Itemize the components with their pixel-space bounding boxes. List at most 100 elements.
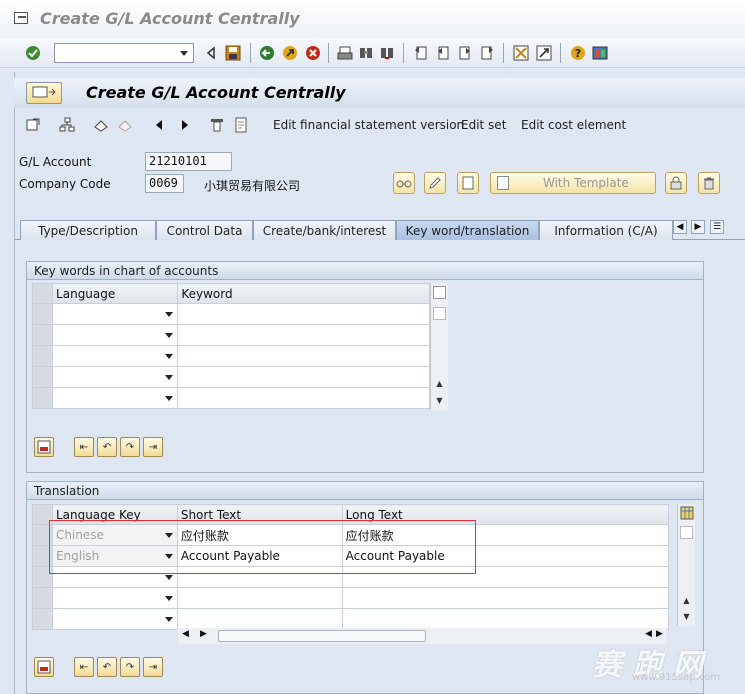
document-icon[interactable] — [232, 116, 250, 134]
row-selector[interactable] — [31, 324, 54, 346]
last-entry-icon[interactable]: ⇥ — [143, 437, 163, 457]
previous-arrow-icon[interactable] — [150, 116, 168, 134]
scroll-right-icon[interactable]: ▶ — [200, 629, 207, 639]
create-document-icon[interactable] — [457, 172, 479, 194]
scroll-down-icon[interactable]: ▼ — [433, 394, 446, 407]
scroll-up-icon[interactable]: ▲ — [433, 377, 446, 390]
previous-page-icon[interactable] — [434, 44, 452, 62]
keyword-cell[interactable] — [177, 324, 430, 346]
tab-control-data[interactable]: Control Data — [156, 220, 253, 240]
unblock-icon[interactable] — [116, 116, 134, 134]
with-template-button[interactable]: With Template — [490, 172, 656, 194]
language-cell[interactable] — [52, 324, 179, 346]
tab-list-icon[interactable]: ☰ — [710, 220, 724, 234]
cancel-icon[interactable] — [304, 44, 322, 62]
row-selector[interactable] — [31, 366, 54, 388]
first-entry-icon[interactable]: ⇤ — [74, 657, 94, 677]
short-text-cell[interactable] — [176, 608, 343, 630]
long-text-cell[interactable] — [341, 608, 670, 630]
shortcut-icon[interactable] — [535, 44, 553, 62]
long-text-cell[interactable] — [341, 587, 670, 609]
scroll-thumb[interactable] — [680, 526, 693, 539]
find-next-icon[interactable] — [378, 44, 396, 62]
language-key-cell[interactable] — [51, 608, 178, 630]
language-key-cell[interactable] — [51, 587, 178, 609]
chevron-down-icon[interactable] — [165, 333, 174, 338]
language-cell[interactable] — [52, 387, 179, 409]
delete-flag-icon[interactable] — [208, 116, 226, 134]
chevron-down-icon[interactable] — [165, 354, 174, 359]
short-text-cell[interactable] — [176, 587, 343, 609]
column-header-keyword[interactable]: Keyword — [177, 283, 430, 304]
keyword-cell[interactable] — [177, 345, 430, 367]
company-code-field[interactable]: 0069 — [145, 174, 184, 193]
row-selector[interactable] — [31, 303, 54, 325]
language-cell[interactable] — [52, 366, 179, 388]
select-all-cell[interactable] — [31, 283, 54, 304]
block-icon[interactable] — [92, 116, 110, 134]
next-arrow-icon[interactable] — [176, 116, 194, 134]
next-page-icon[interactable] — [456, 44, 474, 62]
customize-layout-icon[interactable] — [591, 44, 609, 62]
exit-icon[interactable] — [281, 44, 299, 62]
row-selector[interactable] — [31, 345, 54, 367]
help-icon[interactable]: ? — [569, 44, 587, 62]
next-entry-icon[interactable]: ↷ — [120, 437, 140, 457]
tab-create-bank-interest[interactable]: Create/bank/interest — [253, 220, 396, 240]
scroll-left-icon[interactable]: ◀ — [182, 629, 189, 639]
next-entry-icon[interactable]: ↷ — [120, 657, 140, 677]
tab-information-ca[interactable]: Information (C/A) — [539, 220, 673, 240]
scroll-down-icon[interactable]: ▼ — [680, 610, 693, 623]
row-selector[interactable] — [32, 587, 53, 609]
scroll-left-end-icon[interactable]: ◀ — [645, 629, 652, 639]
command-field[interactable] — [54, 43, 194, 63]
chevron-down-icon[interactable] — [177, 46, 191, 60]
chevron-down-icon[interactable] — [164, 596, 173, 601]
edit-set-button[interactable]: Edit set — [461, 118, 506, 132]
table-settings-icon[interactable] — [433, 286, 446, 299]
chevron-down-icon[interactable] — [165, 312, 174, 317]
enter-check-icon[interactable] — [24, 44, 42, 62]
gl-account-field[interactable]: 21210101 — [145, 152, 232, 171]
previous-entry-icon[interactable]: ↶ — [97, 437, 117, 457]
print-icon[interactable] — [336, 44, 354, 62]
find-icon[interactable] — [357, 44, 375, 62]
tab-scroll-right-icon[interactable]: ▶ — [691, 220, 705, 234]
window-menu-icon[interactable] — [14, 12, 28, 24]
save-icon[interactable] — [224, 44, 242, 62]
tab-type-description[interactable]: Type/Description — [20, 220, 156, 240]
chevron-down-icon[interactable] — [165, 396, 174, 401]
translation-vertical-scrollbar[interactable]: ▲ ▼ — [677, 504, 695, 626]
scroll-thumb[interactable] — [433, 307, 446, 320]
language-cell[interactable] — [52, 345, 179, 367]
keywords-vertical-scrollbar[interactable]: ▲ ▼ — [430, 283, 448, 410]
display-glasses-icon[interactable] — [393, 172, 415, 194]
chevron-down-icon[interactable] — [165, 375, 174, 380]
language-cell[interactable] — [52, 303, 179, 325]
last-entry-icon[interactable]: ⇥ — [143, 657, 163, 677]
lock-icon[interactable] — [665, 172, 687, 194]
select-all-icon[interactable] — [34, 437, 54, 457]
screen-menu-button[interactable] — [26, 82, 62, 104]
edit-financial-statement-version-button[interactable]: Edit financial statement version — [273, 118, 464, 132]
table-layout-icon[interactable] — [680, 506, 694, 520]
first-page-icon[interactable] — [412, 44, 430, 62]
keyword-cell[interactable] — [177, 303, 430, 325]
collapse-left-icon[interactable] — [202, 44, 220, 62]
tab-key-word-translation[interactable]: Key word/translation — [396, 220, 539, 240]
chevron-down-icon[interactable] — [164, 575, 173, 580]
edit-pencil-icon[interactable] — [424, 172, 446, 194]
row-selector[interactable] — [31, 387, 54, 409]
trash-icon[interactable] — [698, 172, 720, 194]
last-page-icon[interactable] — [478, 44, 496, 62]
select-all-icon[interactable] — [34, 657, 54, 677]
previous-entry-icon[interactable]: ↶ — [97, 657, 117, 677]
scroll-thumb[interactable] — [218, 630, 426, 642]
back-icon[interactable] — [258, 44, 276, 62]
scroll-up-icon[interactable]: ▲ — [680, 594, 693, 607]
column-header-language[interactable]: Language — [52, 283, 179, 304]
edit-cost-element-button[interactable]: Edit cost element — [521, 118, 626, 132]
new-session-icon[interactable] — [512, 44, 530, 62]
row-selector[interactable] — [32, 608, 53, 630]
keyword-cell[interactable] — [177, 366, 430, 388]
